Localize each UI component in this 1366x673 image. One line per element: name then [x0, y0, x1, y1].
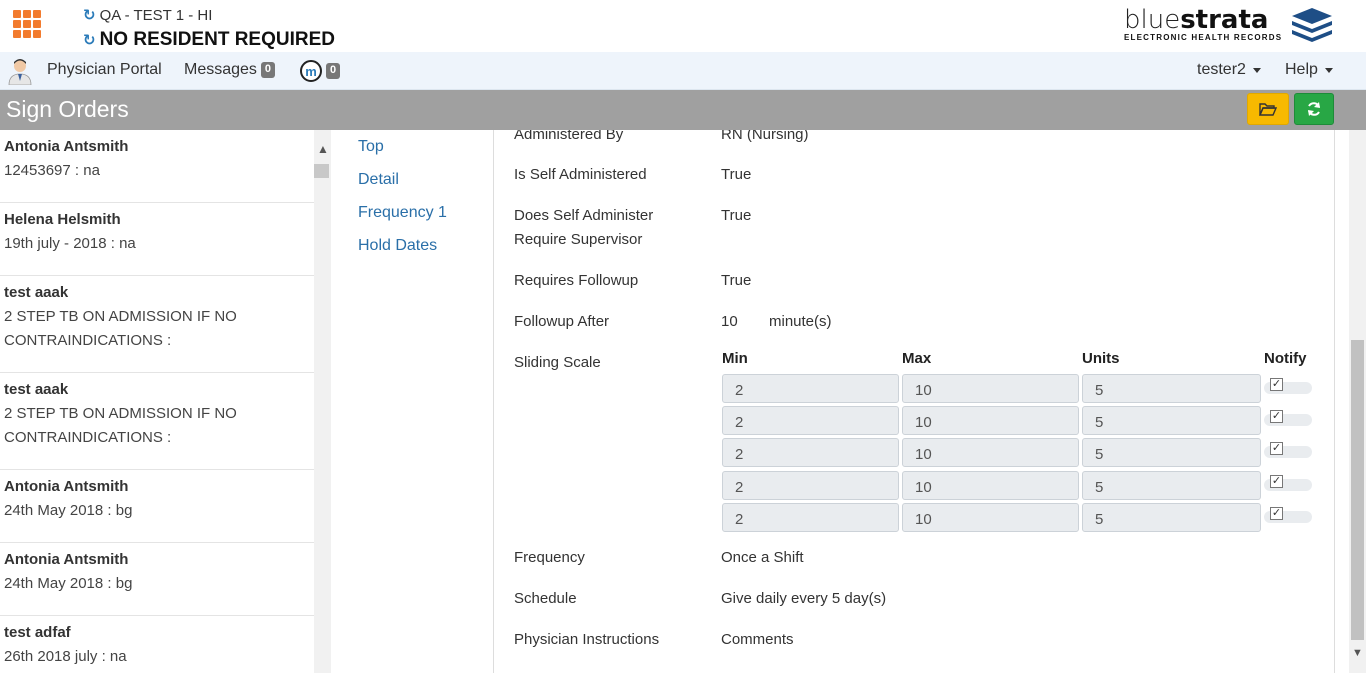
checkmark-icon[interactable]: ✓ [1270, 507, 1283, 520]
order-list-item[interactable]: Antonia Antsmith 24th May 2018 : bg [0, 543, 314, 616]
scale-notify-toggle[interactable]: ✓ [1264, 507, 1312, 523]
scale-max-input[interactable]: 10 [902, 406, 1079, 435]
checkmark-icon[interactable]: ✓ [1270, 475, 1283, 488]
section-link-frequency[interactable]: Frequency 1 [358, 204, 447, 222]
order-list-item[interactable]: Antonia Antsmith 12453697 : na [0, 130, 314, 203]
section-nav: Top Detail Frequency 1 Hold Dates [331, 130, 494, 673]
order-detail-panel: Administered By RN (Nursing) Is Self Adm… [494, 130, 1334, 673]
scale-max-input[interactable]: 10 [902, 374, 1079, 403]
self-admin-supervisor-value: True [721, 207, 752, 224]
scale-units-input[interactable]: 5 [1082, 438, 1261, 467]
chevron-down-icon[interactable]: ▼ [1352, 647, 1363, 659]
section-link-top[interactable]: Top [358, 138, 384, 156]
followup-after-label: Followup After [514, 313, 610, 330]
scale-header-max: Max [902, 350, 932, 367]
section-link-hold-dates[interactable]: Hold Dates [358, 237, 437, 255]
scale-max-input[interactable]: 10 [902, 503, 1079, 532]
bluestrata-logo: bluestrata ELECTRONIC HEALTH RECORDS [1124, 5, 1334, 46]
caret-down-icon [1324, 67, 1333, 73]
messages-count-badge: 0 [260, 62, 276, 78]
order-list-item[interactable]: test aaak 2 STEP TB ON ADMISSION IF NO C… [0, 276, 314, 373]
self-administered-value: True [721, 166, 752, 183]
scale-min-input[interactable]: 2 [722, 374, 899, 403]
scale-min-input[interactable]: 2 [722, 406, 899, 435]
scale-notify-toggle[interactable]: ✓ [1264, 475, 1312, 491]
m-count-badge: 0 [326, 63, 341, 79]
scale-max-input[interactable]: 10 [902, 471, 1079, 500]
refresh-icon [1308, 102, 1320, 116]
panel-divider [1334, 130, 1335, 673]
sliding-scale-label: Sliding Scale [514, 354, 601, 371]
administered-by-value: RN (Nursing) [721, 130, 809, 143]
scale-min-input[interactable]: 2 [722, 438, 899, 467]
scale-min-input[interactable]: 2 [722, 503, 899, 532]
nav-bar: Physician Portal Messages 0 m 0 tester2 … [0, 52, 1366, 90]
scale-units-input[interactable]: 5 [1082, 503, 1261, 532]
title-bar: Sign Orders [0, 90, 1366, 130]
scale-header-notify: Notify [1264, 350, 1307, 367]
self-administered-label: Is Self Administered [514, 166, 647, 183]
scale-header-units: Units [1082, 350, 1120, 367]
scale-min-input[interactable]: 2 [722, 471, 899, 500]
schedule-label: Schedule [514, 590, 577, 607]
checkmark-icon[interactable]: ✓ [1270, 442, 1283, 455]
self-admin-supervisor-label: Does Self Administer Require Supervisor [514, 207, 654, 248]
requires-followup-label: Requires Followup [514, 272, 639, 289]
section-link-detail[interactable]: Detail [358, 171, 399, 189]
frequency-value: Once a Shift [721, 549, 804, 566]
administered-by-label: Administered By [514, 130, 624, 143]
chevron-up-icon[interactable]: ▲ [317, 142, 329, 156]
m-notifications-link[interactable]: m 0 [300, 60, 341, 82]
facility-name: QA - TEST 1 - HI [99, 6, 213, 24]
caret-down-icon [1252, 67, 1261, 73]
apps-grid-icon[interactable] [13, 10, 41, 38]
scale-header-min: Min [722, 350, 748, 367]
open-folder-button[interactable] [1247, 93, 1289, 125]
page-title: Sign Orders [6, 96, 129, 122]
resident-name: NO RESIDENT REQUIRED [99, 29, 335, 50]
refresh-button[interactable] [1294, 93, 1334, 125]
layers-icon [1292, 8, 1332, 42]
refresh-icon: ↻ [83, 7, 96, 24]
order-list-item[interactable]: test adfaf 26th 2018 july : na [0, 616, 314, 673]
scale-units-input[interactable]: 5 [1082, 374, 1261, 403]
refresh-icon: ↻ [83, 32, 96, 49]
logo-subtitle: ELECTRONIC HEALTH RECORDS [1124, 33, 1283, 42]
scale-notify-toggle[interactable]: ✓ [1264, 442, 1312, 458]
scrollbar-thumb[interactable] [314, 164, 329, 178]
order-list-scrollbar[interactable]: ▲ [314, 130, 331, 673]
checkmark-icon[interactable]: ✓ [1270, 410, 1283, 423]
facility-selector[interactable]: ↻ QA - TEST 1 - HI [83, 6, 213, 25]
logo-wordmark: bluestrata [1124, 5, 1269, 35]
top-header: ↻ QA - TEST 1 - HI ↻ NO RESIDENT REQUIRE… [0, 0, 1366, 52]
checkmark-icon[interactable]: ✓ [1270, 378, 1283, 391]
order-list-item[interactable]: Helena Helsmith 19th july - 2018 : na [0, 203, 314, 276]
scale-units-input[interactable]: 5 [1082, 471, 1261, 500]
user-menu[interactable]: tester2 [1197, 61, 1261, 79]
page-scrollbar[interactable]: ▼ [1349, 130, 1366, 673]
physician-instructions-value: Comments [721, 631, 794, 648]
scale-units-input[interactable]: 5 [1082, 406, 1261, 435]
order-list-item[interactable]: test aaak 2 STEP TB ON ADMISSION IF NO C… [0, 373, 314, 470]
frequency-label: Frequency [514, 549, 585, 566]
scale-notify-toggle[interactable]: ✓ [1264, 410, 1312, 426]
scale-max-input[interactable]: 10 [902, 438, 1079, 467]
order-list: Antonia Antsmith 12453697 : na Helena He… [0, 130, 314, 673]
physician-portal-link[interactable]: Physician Portal [47, 61, 162, 79]
help-menu[interactable]: Help [1285, 61, 1333, 79]
requires-followup-value: True [721, 272, 752, 289]
folder-open-icon [1259, 103, 1277, 116]
followup-after-unit: minute(s) [769, 313, 832, 330]
physician-avatar-icon [8, 59, 32, 85]
schedule-value: Give daily every 5 day(s) [721, 590, 887, 607]
resident-selector[interactable]: ↻ NO RESIDENT REQUIRED [83, 29, 335, 51]
scrollbar-thumb[interactable] [1351, 340, 1364, 640]
followup-after-value: 10 [721, 313, 738, 330]
m-logo-icon: m [300, 60, 322, 82]
messages-link[interactable]: Messages 0 [184, 61, 276, 79]
order-list-item[interactable]: Antonia Antsmith 24th May 2018 : bg [0, 470, 314, 543]
scale-notify-toggle[interactable]: ✓ [1264, 378, 1312, 394]
physician-instructions-label: Physician Instructions [514, 631, 660, 648]
